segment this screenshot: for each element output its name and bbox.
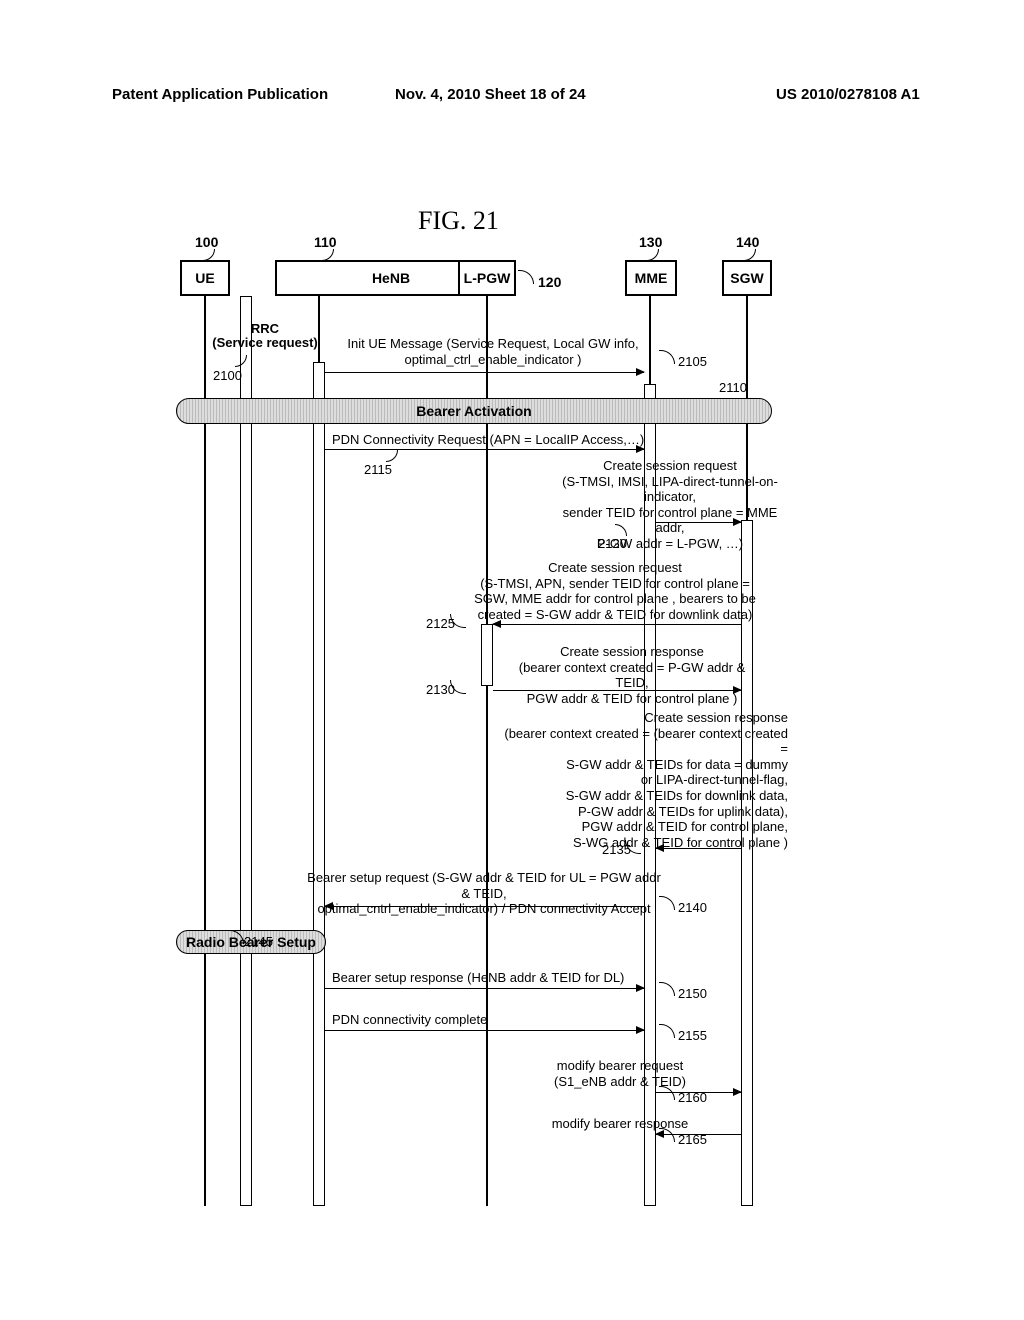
- henb-ref: 110: [314, 234, 337, 250]
- arrow-bsresp: [325, 988, 644, 989]
- rrc-ref: 2100: [213, 368, 242, 383]
- ue-label: UE: [195, 270, 214, 286]
- henb-activation: [313, 362, 325, 1206]
- ue-activation: [240, 296, 252, 1206]
- curve-icon: [659, 350, 675, 364]
- arrow-bsr: [325, 906, 644, 907]
- radio-ref: 2145: [244, 934, 273, 949]
- ba-ref: 2110: [719, 380, 747, 395]
- curve-icon: [386, 450, 398, 462]
- mbresp-msg: modify bearer response: [520, 1116, 720, 1132]
- init-msg: Init UE Message (Service Request, Local …: [338, 336, 648, 367]
- rrc-line2: (Service request): [210, 336, 320, 350]
- curve-icon: [518, 270, 534, 284]
- arrow-csresp2: [656, 848, 741, 849]
- pdn-complete-ref: 2155: [678, 1028, 707, 1043]
- csr2-ref: 2125: [426, 616, 455, 631]
- sgw-node: SGW: [722, 260, 772, 296]
- bsresp-msg: Bearer setup response (HeNB addr & TEID …: [332, 970, 652, 986]
- pdn-req-msg: PDN Connectivity Request (APN = LocalIP …: [332, 432, 652, 448]
- ba-label: Bearer Activation: [416, 403, 531, 419]
- arrow-pdn-complete: [325, 1030, 644, 1031]
- lpgw-label: L-PGW: [464, 270, 511, 286]
- mme-label: MME: [635, 270, 668, 286]
- lpgw-activation: [481, 624, 493, 686]
- header-left: Patent Application Publication: [112, 86, 328, 103]
- sgw-activation: [741, 520, 753, 1206]
- csr1-msg: Create session request (S-TMSI, IMSI, LI…: [560, 458, 780, 552]
- arrow-init: [325, 372, 644, 373]
- csresp2-msg: Create session response (bearer context …: [498, 710, 788, 850]
- bearer-activation-phase: Bearer Activation: [176, 398, 772, 424]
- pdn-complete-msg: PDN connectivity complete: [332, 1012, 652, 1028]
- curve-icon: [659, 1024, 675, 1038]
- mbr-msg: modify bearer request (S1_eNB addr & TEI…: [520, 1058, 720, 1089]
- bsr-msg: Bearer setup request (S-GW addr & TEID f…: [304, 870, 664, 917]
- ue-lifeline: [204, 296, 206, 1206]
- sgw-label: SGW: [730, 270, 763, 286]
- lpgw-ref: 120: [538, 274, 561, 290]
- bsr-ref: 2140: [678, 900, 707, 915]
- csr2-msg: Create session request (S-TMSI, APN, sen…: [470, 560, 760, 622]
- arrow-pdn-req: [325, 449, 644, 450]
- mme-ref: 130: [639, 234, 662, 250]
- csresp1-msg: Create session response (bearer context …: [502, 644, 762, 706]
- ue-node: UE: [180, 260, 230, 296]
- header-center: Nov. 4, 2010 Sheet 18 of 24: [395, 86, 586, 103]
- arrow-csr2: [493, 624, 741, 625]
- csresp2-ref: 2135: [602, 842, 631, 857]
- bsresp-ref: 2150: [678, 986, 707, 1001]
- header-right: US 2010/0278108 A1: [776, 86, 920, 103]
- arrow-csresp1: [493, 690, 741, 691]
- rrc-label: RRC (Service request): [210, 322, 320, 351]
- mme-node: MME: [625, 260, 677, 296]
- curve-icon: [659, 896, 675, 910]
- pdn-ref: 2115: [364, 462, 392, 477]
- sequence-diagram: 100 UE 110 HeNB L-PGW 120 130 MME 140 SG…: [180, 230, 980, 1210]
- mbr-ref: 2160: [678, 1090, 707, 1105]
- lpgw-node: L-PGW: [458, 260, 516, 296]
- init-ref: 2105: [678, 354, 707, 369]
- sgw-ref: 140: [736, 234, 759, 250]
- csresp1-ref: 2130: [426, 682, 455, 697]
- mbresp-ref: 2165: [678, 1132, 707, 1147]
- csr1-ref: 2120: [598, 536, 627, 551]
- curve-icon: [659, 982, 675, 996]
- ue-ref: 100: [195, 234, 218, 250]
- rrc-line1: RRC: [210, 322, 320, 336]
- arrow-csr1: [656, 522, 741, 523]
- henb-label: HeNB: [372, 270, 410, 286]
